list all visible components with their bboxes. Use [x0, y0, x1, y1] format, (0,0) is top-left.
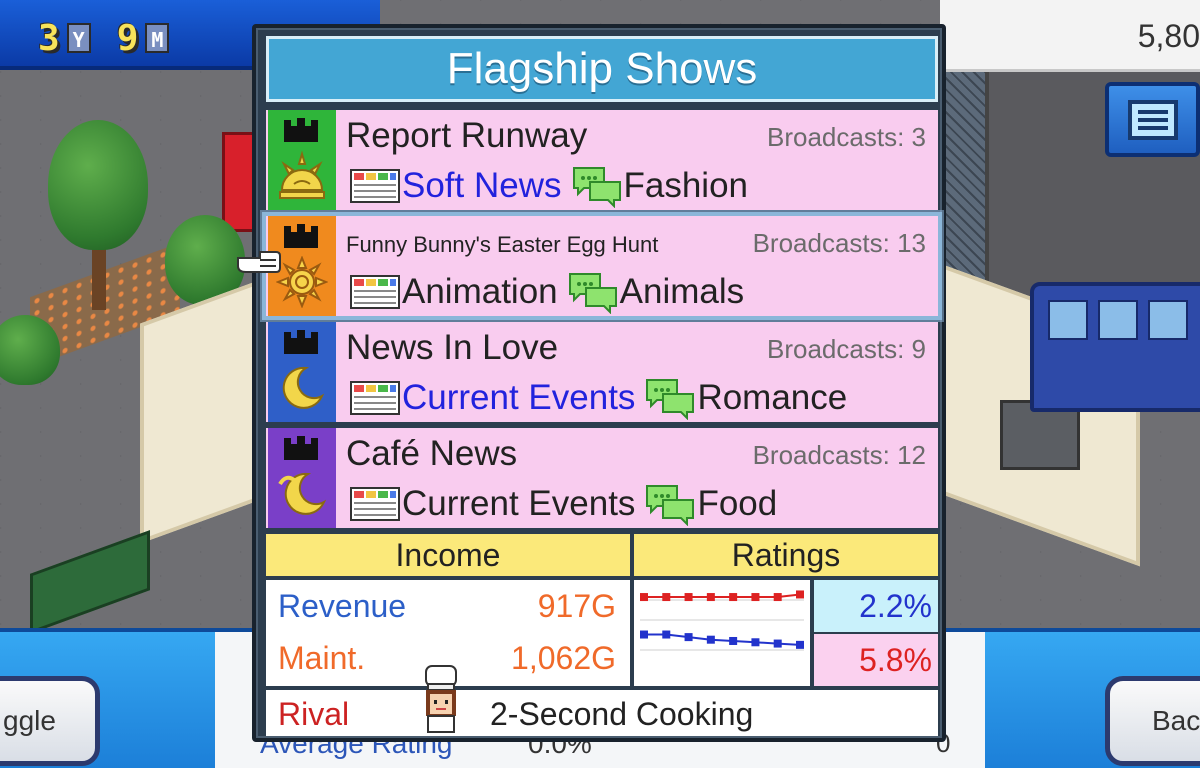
- flagship-shows-dialog: Flagship Shows Report Runway Broadcasts:…: [252, 24, 946, 742]
- income-header: Income: [266, 534, 630, 576]
- revenue-value: 917G: [537, 588, 616, 624]
- show-broadcasts: Broadcasts: 9: [767, 334, 926, 364]
- show-name: News In Love: [346, 328, 559, 367]
- rival-cell: Rival 2-Second Cooking: [266, 665, 938, 736]
- rating-point: [773, 593, 782, 602]
- revenue-label: Revenue: [278, 588, 407, 624]
- maint-value: 1,062G: [511, 640, 616, 676]
- rating-point: [640, 630, 648, 639]
- show-row[interactable]: Report Runway Broadcasts: 3 Soft News Fa…: [266, 110, 938, 210]
- years-unit: Y: [66, 23, 91, 53]
- rating-point: [640, 593, 648, 602]
- rating-point: [684, 593, 693, 602]
- back-button[interactable]: Bac: [1105, 676, 1200, 766]
- bus: [1030, 282, 1200, 412]
- show-topic: Animals: [619, 272, 745, 311]
- monitor-icon: [1127, 99, 1178, 140]
- show-row[interactable]: Café News Broadcasts: 12 Current Events …: [266, 428, 938, 528]
- chat-bubble-icon: [568, 273, 617, 314]
- show-tags: Animation Animals: [350, 272, 745, 314]
- genre-icon: [350, 275, 400, 309]
- rating-point: [729, 636, 738, 645]
- sun-rising-icon: [279, 150, 325, 199]
- rival-label: Rival: [278, 696, 350, 732]
- show-row-selected[interactable]: Funny Bunny's Easter Egg Hunt Broadcasts…: [262, 212, 942, 320]
- genre-icon: [350, 381, 400, 415]
- show-name: Report Runway: [346, 116, 588, 155]
- show-broadcasts: Broadcasts: 12: [752, 440, 926, 470]
- show-broadcasts: Broadcasts: 3: [767, 122, 926, 152]
- money-panel: 5,80: [940, 0, 1200, 72]
- show-genre: Animation: [402, 272, 558, 311]
- show-genre: Soft News: [402, 166, 562, 205]
- rating-rival-value: 5.8%: [859, 642, 932, 678]
- chat-bubble-icon: [646, 379, 695, 420]
- show-topic: Food: [697, 484, 778, 523]
- months-unit: M: [145, 23, 170, 53]
- rating-point: [684, 633, 693, 642]
- ratings-chart-cell: [634, 580, 810, 686]
- show-tags: Current Events Food: [350, 484, 778, 526]
- dialog-title: Flagship Shows: [266, 36, 938, 102]
- months-value: 9: [116, 17, 140, 59]
- tree: [48, 120, 148, 250]
- genre-icon: [350, 169, 400, 203]
- rating-point: [796, 590, 804, 599]
- rating-top-cell: 2.2%: [814, 580, 938, 632]
- show-tile: [268, 322, 336, 422]
- rating-point: [796, 640, 804, 649]
- crown-icon: [284, 118, 318, 142]
- chat-bubble-icon: [572, 167, 621, 208]
- rating-bottom-cell: 5.8%: [814, 634, 938, 686]
- show-tile: [268, 428, 336, 528]
- rating-point: [751, 593, 760, 602]
- show-row[interactable]: News In Love Broadcasts: 9 Current Event…: [266, 322, 938, 422]
- stats-panel: Income Ratings Revenue 917G Maint. 1,062…: [266, 532, 938, 736]
- maint-label: Maint.: [278, 640, 366, 676]
- show-tags: Current Events Romance: [350, 378, 848, 420]
- show-topic: Fashion: [623, 166, 749, 205]
- toggle-button[interactable]: ggle: [0, 676, 100, 766]
- rating-point: [662, 630, 671, 639]
- back-button-label: Bac: [1152, 705, 1200, 736]
- years-value: 3: [38, 17, 61, 59]
- sun-icon: [276, 256, 328, 308]
- show-genre: Current Events: [402, 484, 636, 523]
- crown-icon: [284, 224, 318, 248]
- game-date: 3 Y 9 M: [38, 17, 189, 59]
- show-name: Funny Bunny's Easter Egg Hunt: [346, 232, 659, 257]
- rating-point: [706, 593, 715, 602]
- show-topic: Romance: [697, 378, 848, 417]
- show-broadcasts: Broadcasts: 13: [752, 228, 926, 258]
- rating-point: [706, 635, 715, 644]
- rating-own-value: 2.2%: [859, 588, 932, 624]
- genre-icon: [350, 487, 400, 521]
- toggle-button-label: ggle: [3, 705, 56, 736]
- rival-name: 2-Second Cooking: [490, 696, 754, 732]
- crown-icon: [284, 330, 318, 354]
- monitor-menu-button[interactable]: [1105, 82, 1200, 157]
- show-name: Café News: [346, 434, 518, 473]
- crescent-moon-swirl-icon: [278, 472, 327, 515]
- rating-point: [662, 593, 671, 602]
- crown-icon: [284, 436, 318, 460]
- chef-avatar-icon: [425, 665, 457, 733]
- ratings-line-chart: [640, 590, 804, 651]
- show-tags: Soft News Fashion: [350, 166, 749, 208]
- rating-point: [729, 593, 738, 602]
- chat-bubble-icon: [646, 485, 695, 526]
- rating-point: [773, 639, 782, 648]
- show-tile: [268, 110, 336, 210]
- crescent-moon-icon: [282, 366, 325, 409]
- show-genre: Current Events: [402, 378, 636, 417]
- pointing-hand-icon: [237, 251, 281, 273]
- ratings-header: Ratings: [634, 534, 938, 576]
- money-value: 5,80: [1137, 18, 1200, 54]
- rating-point: [751, 638, 760, 647]
